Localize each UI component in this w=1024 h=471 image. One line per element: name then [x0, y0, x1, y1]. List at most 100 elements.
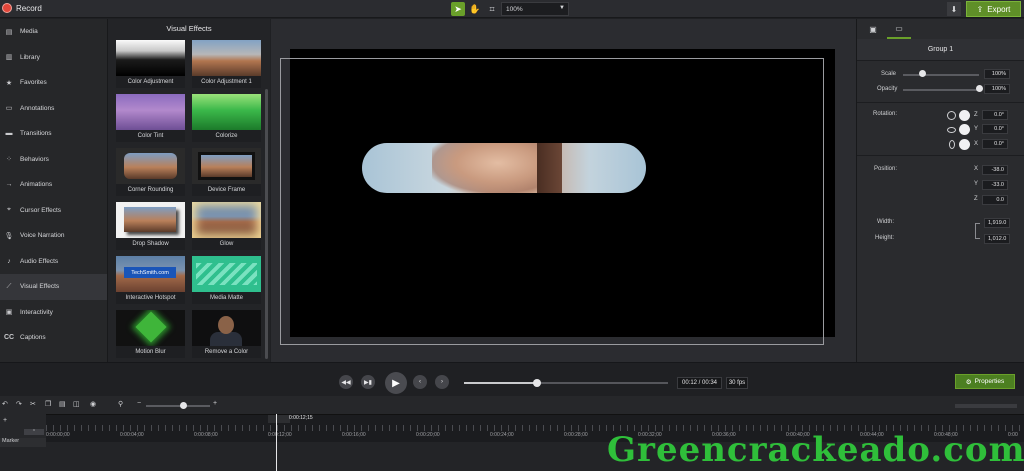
timeline-scroll-overview[interactable] — [955, 404, 1017, 408]
add-track-icon[interactable]: + — [3, 417, 7, 424]
sidebar-item-visual-effects[interactable]: ⟋ Visual Effects — [0, 274, 107, 300]
copy-icon[interactable]: ❐ — [45, 400, 51, 408]
zoom-dropdown[interactable]: 100% ▼ — [501, 2, 569, 16]
scale-value[interactable]: 100% — [984, 69, 1010, 79]
sidebar-item-label: Favorites — [20, 79, 47, 87]
effect-thumbnail — [116, 202, 185, 238]
effect-card-corner-rounding[interactable]: Corner Rounding — [116, 148, 185, 196]
rotation-x-dial[interactable] — [959, 139, 970, 150]
rotation-y-dial[interactable] — [959, 124, 970, 135]
fps-display[interactable]: 30 fps — [726, 377, 748, 389]
rotation-x-value[interactable]: 0.0° — [982, 139, 1008, 149]
rotation-y-value[interactable]: 0.0° — [982, 124, 1008, 134]
scrubber[interactable] — [464, 379, 668, 387]
effect-card-remove-a-color[interactable]: Remove a Color — [192, 310, 261, 358]
record-button[interactable]: Record — [2, 3, 42, 13]
width-value[interactable]: 1,919.0 — [984, 218, 1010, 228]
axis-y-label: Y — [974, 126, 979, 132]
sidebar-item-favorites[interactable]: ★ Favorites — [0, 70, 107, 96]
sidebar-item-media[interactable]: ▤ Media — [0, 19, 107, 45]
effect-card-color-adjustment[interactable]: Color Adjustment — [116, 40, 185, 88]
collapse-tracks-icon[interactable]: ⌃ — [24, 429, 44, 435]
effect-card-glow[interactable]: Glow — [192, 202, 261, 250]
position-label: Position: — [874, 166, 898, 172]
export-button[interactable]: ⇪ Export — [966, 1, 1021, 17]
sidebar-item-library[interactable]: ▥ Library — [0, 45, 107, 71]
arrow-select-icon[interactable]: ➤ — [451, 2, 465, 16]
rotation-z-dial[interactable] — [959, 110, 970, 121]
position-y-value[interactable]: -33.0 — [982, 180, 1008, 190]
timeline-zoom-knob[interactable] — [180, 402, 187, 409]
crop-icon[interactable]: ⌗ — [485, 2, 499, 16]
zoom-out-icon[interactable]: − — [137, 400, 141, 407]
split-icon[interactable]: ◫ — [73, 400, 80, 408]
top-toolbar: Record ➤ ✋ ⌗ 100% ▼ ⬇ ⇪ Export — [0, 0, 1024, 18]
opacity-slider[interactable] — [903, 89, 979, 91]
effects-scrollbar[interactable] — [265, 89, 268, 359]
sidebar-item-captions[interactable]: CC Captions — [0, 325, 107, 351]
scrubber-knob[interactable] — [533, 379, 542, 387]
snapshot-icon[interactable]: ◉ — [90, 400, 96, 408]
effect-card-color-tint[interactable]: Color Tint — [116, 94, 185, 142]
effect-card-media-matte[interactable]: Media Matte — [192, 256, 261, 304]
ruler-tick-label: 0:00:24;00 — [490, 432, 514, 438]
redo-icon[interactable]: ↷ — [16, 400, 22, 408]
effect-card-interactive-hotspot[interactable]: TechSmith.com Interactive Hotspot — [116, 256, 185, 304]
sidebar-item-behaviors[interactable]: ⁘ Behaviors — [0, 147, 107, 173]
sidebar-item-interactivity[interactable]: ▣ Interactivity — [0, 300, 107, 326]
download-icon[interactable]: ⬇ — [947, 2, 961, 16]
previous-frame-icon[interactable]: ▶▮ — [361, 375, 375, 389]
link-aspect-icon[interactable] — [975, 223, 980, 239]
rotate-x-icon — [949, 140, 955, 149]
effect-label: Corner Rounding — [127, 187, 174, 193]
cut-icon[interactable]: ✂ — [30, 400, 36, 408]
sidebar-item-label: Behaviors — [20, 155, 49, 163]
rotation-label: Rotation: — [873, 111, 898, 117]
paste-icon[interactable]: ▤ — [59, 400, 66, 408]
effect-label: Drop Shadow — [132, 241, 169, 247]
opacity-slider-knob[interactable] — [976, 85, 983, 92]
sidebar-item-cursor-effects[interactable]: ⌖ Cursor Effects — [0, 198, 107, 224]
zoom-search-icon[interactable]: ⚲ — [118, 400, 123, 408]
zoom-value: 100% — [506, 6, 523, 13]
ruler-tick-label: 0:00:12;00 — [268, 432, 292, 438]
sidebar-item-label: Voice Narration — [20, 232, 65, 240]
sidebar-item-transitions[interactable]: ▬ Transitions — [0, 121, 107, 147]
selection-box[interactable] — [280, 58, 824, 345]
scale-slider-knob[interactable] — [919, 70, 926, 77]
position-x-value[interactable]: -38.0 — [982, 165, 1008, 175]
export-label: Export — [987, 4, 1011, 14]
play-icon[interactable]: ▶ — [385, 372, 407, 394]
timeline-zoom-slider[interactable] — [146, 405, 210, 407]
scale-slider[interactable] — [903, 74, 979, 76]
effect-card-motion-blur[interactable]: Motion Blur — [116, 310, 185, 358]
height-value[interactable]: 1,012.0 — [984, 234, 1010, 244]
opacity-value[interactable]: 100% — [984, 84, 1010, 94]
rotation-z-value[interactable]: 0.0° — [982, 110, 1008, 120]
effect-card-color-adjustment-1[interactable]: Color Adjustment 1 — [192, 40, 261, 88]
effect-card-colorize[interactable]: Colorize — [192, 94, 261, 142]
ruler-tick-label: 0:00:16;00 — [342, 432, 366, 438]
previous-marker-icon[interactable]: ‹ — [413, 375, 427, 389]
undo-icon[interactable]: ↶ — [2, 400, 8, 408]
sidebar-item-label: Transitions — [20, 130, 52, 138]
sidebar-item-voice-narration[interactable]: 🎙︎ Voice Narration — [0, 223, 107, 249]
sidebar-item-annotations[interactable]: ▭ Annotations — [0, 96, 107, 122]
next-marker-icon[interactable]: › — [435, 375, 449, 389]
hand-pan-icon[interactable]: ✋ — [468, 2, 482, 16]
sidebar-item-label: Captions — [20, 334, 46, 342]
marker-track-label[interactable]: Marker — [0, 438, 46, 447]
sidebar-item-animations[interactable]: → Animations — [0, 172, 107, 198]
sidebar-item-audio-effects[interactable]: ♪ Audio Effects — [0, 249, 107, 275]
step-back-icon[interactable]: ◀◀ — [339, 375, 353, 389]
effect-card-drop-shadow[interactable]: Drop Shadow — [116, 202, 185, 250]
position-z-value[interactable]: 0.0 — [982, 195, 1008, 205]
zoom-in-icon[interactable]: + — [213, 400, 217, 407]
media-clip-preview[interactable] — [362, 143, 646, 193]
playhead-line[interactable] — [276, 414, 277, 471]
visual-properties-tab-icon[interactable]: ▣ — [861, 19, 885, 39]
group-properties-tab-icon[interactable]: ▭ — [887, 19, 911, 39]
properties-button[interactable]: ⚙ Properties — [955, 374, 1015, 389]
effect-label: Color Adjustment — [127, 79, 174, 85]
effect-card-device-frame[interactable]: Device Frame — [192, 148, 261, 196]
